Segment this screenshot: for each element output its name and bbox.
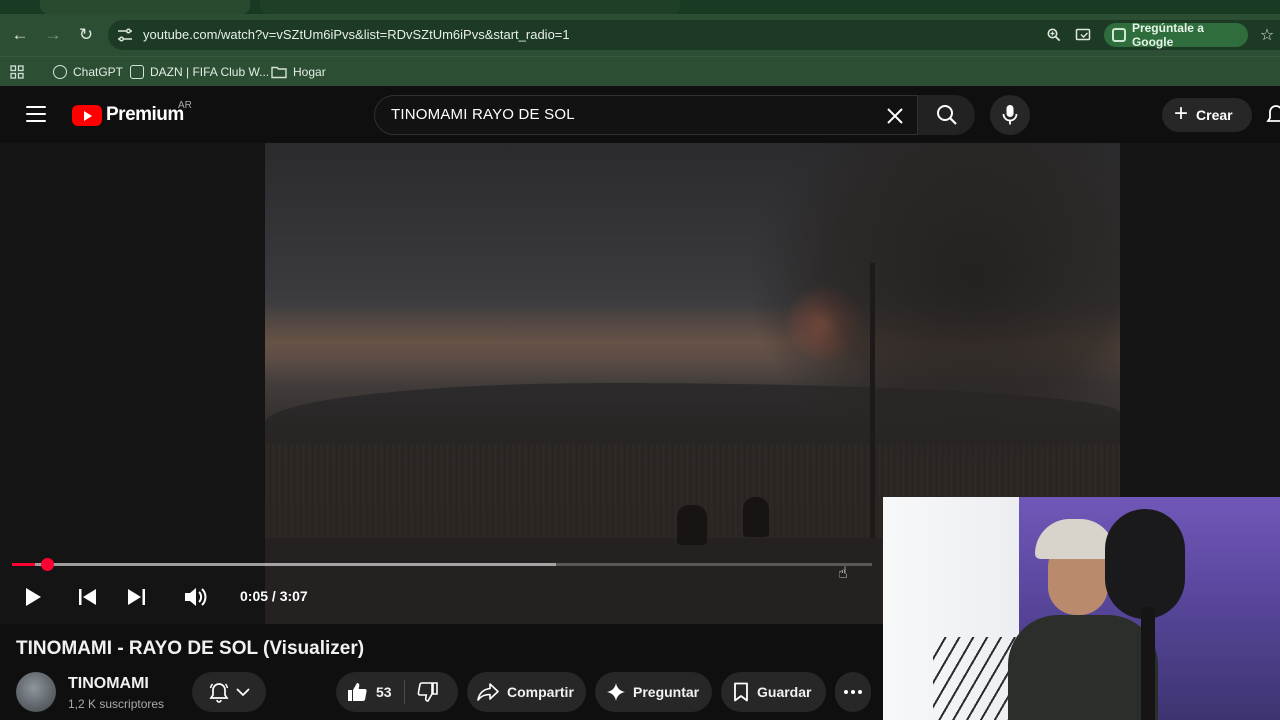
clear-search-icon[interactable] xyxy=(883,104,907,128)
region-code: AR xyxy=(178,100,192,111)
sparkle-icon xyxy=(607,683,625,701)
search-input[interactable]: TINOMAMI RAYO DE SOL xyxy=(391,106,575,123)
more-actions-button[interactable] xyxy=(835,672,871,712)
next-button[interactable] xyxy=(122,583,150,611)
url-text[interactable]: youtube.com/watch?v=vSZtUm6iPvs&list=RDv… xyxy=(143,27,570,42)
progress-bar[interactable] xyxy=(12,558,872,571)
notifications-icon[interactable] xyxy=(1266,104,1280,126)
browser-tab-active[interactable] xyxy=(40,0,250,14)
more-horizontal-icon xyxy=(844,690,862,694)
share-icon xyxy=(477,683,499,701)
chatgpt-icon xyxy=(53,65,67,79)
player-letterbox-left xyxy=(0,143,265,624)
webcam-person-body xyxy=(1008,615,1158,720)
search-icon xyxy=(936,105,957,125)
search-box[interactable]: TINOMAMI RAYO DE SOL xyxy=(374,95,975,135)
create-label: Crear xyxy=(1196,107,1233,123)
divider xyxy=(403,680,405,704)
hand-cursor-icon: ☝ xyxy=(838,565,848,582)
tree-trunk xyxy=(870,263,875,543)
webcam-overlay xyxy=(883,497,1280,720)
ask-label: Preguntar xyxy=(633,684,700,700)
share-label: Compartir xyxy=(507,684,574,700)
thumbs-down-icon xyxy=(417,682,438,702)
logo-text: Premium xyxy=(106,104,184,125)
subscription-bell-button[interactable] xyxy=(192,672,266,712)
site-settings-icon[interactable] xyxy=(116,26,134,44)
menu-icon[interactable] xyxy=(24,104,48,124)
previous-button[interactable] xyxy=(74,583,102,611)
address-bar[interactable]: youtube.com/watch?v=vSZtUm6iPvs&list=RDv… xyxy=(108,20,1280,50)
reload-icon[interactable]: ↻ xyxy=(73,22,99,48)
volume-button[interactable] xyxy=(182,583,210,611)
tree xyxy=(745,143,1120,473)
play-icon xyxy=(26,588,41,606)
bookmark-label: Hogar xyxy=(293,65,326,79)
bell-icon xyxy=(209,683,229,703)
person-silhouette xyxy=(743,497,769,537)
bookmarks-bar: ChatGPT DAZN | FIFA Club W... Hogar xyxy=(0,56,1280,86)
video-title: TINOMAMI - RAYO DE SOL (Visualizer) xyxy=(16,638,365,659)
dazn-icon xyxy=(130,65,144,79)
like-dislike-group: 53 xyxy=(336,672,458,712)
channel-name[interactable]: TINOMAMI xyxy=(68,675,149,693)
save-button[interactable]: Guardar xyxy=(721,672,826,712)
time-display: 0:05 / 3:07 xyxy=(240,588,308,604)
bookmark-dazn[interactable]: DAZN | FIFA Club W... xyxy=(130,62,269,82)
youtube-play-icon xyxy=(72,104,102,126)
apps-icon[interactable] xyxy=(10,62,24,82)
google-lens-icon xyxy=(1112,28,1126,42)
like-button[interactable]: 53 xyxy=(346,681,392,703)
zoom-icon[interactable] xyxy=(1045,26,1063,44)
thumbs-up-icon xyxy=(348,683,367,701)
save-label: Guardar xyxy=(757,684,812,700)
subscriber-count: 1,2 K suscriptores xyxy=(68,697,165,711)
play-button[interactable] xyxy=(19,583,47,611)
voice-search-button[interactable] xyxy=(990,95,1030,135)
skip-next-icon xyxy=(128,589,145,605)
browser-toolbar: ← → ↻ youtube.com/watch?v=vSZtUm6iPvs&li… xyxy=(0,14,1280,56)
webcam-mic-stand xyxy=(1141,607,1155,720)
ask-google-label: Pregúntale a Google xyxy=(1131,21,1204,49)
forward-icon[interactable]: → xyxy=(40,22,66,48)
like-count: 53 xyxy=(376,684,392,700)
browser-tab[interactable] xyxy=(260,0,680,14)
person-silhouette xyxy=(677,505,707,545)
volume-icon xyxy=(185,588,207,606)
played-bar xyxy=(12,563,36,566)
cast-icon[interactable] xyxy=(1074,26,1092,44)
dislike-button[interactable] xyxy=(417,681,439,703)
search-button[interactable] xyxy=(917,95,975,135)
create-button[interactable]: + Crear xyxy=(1162,98,1252,132)
channel-avatar[interactable] xyxy=(16,672,56,712)
bookmark-folder-hogar[interactable]: Hogar xyxy=(271,62,326,82)
ask-google-button[interactable]: Pregúntale a Google xyxy=(1104,21,1248,49)
bookmark-chatgpt[interactable]: ChatGPT xyxy=(53,62,123,82)
chevron-down-icon xyxy=(236,688,250,697)
browser-tab-strip xyxy=(0,0,1280,14)
youtube-header: Premium AR TINOMAMI RAYO DE SOL + Crear xyxy=(0,86,1280,143)
folder-icon xyxy=(271,66,287,79)
ask-button[interactable]: Preguntar xyxy=(595,672,712,712)
bookmark-label: DAZN | FIFA Club W... xyxy=(150,65,270,79)
bookmark-star-icon[interactable]: ☆ xyxy=(1258,26,1276,44)
microphone-icon xyxy=(1002,105,1018,125)
youtube-premium-logo[interactable]: Premium AR xyxy=(72,100,192,126)
skip-previous-icon xyxy=(79,589,96,605)
bookmark-icon xyxy=(734,682,748,702)
back-icon[interactable]: ← xyxy=(7,22,33,48)
share-button[interactable]: Compartir xyxy=(467,672,586,712)
bookmark-label: ChatGPT xyxy=(73,65,124,79)
plus-icon: + xyxy=(1174,100,1189,127)
buffered-bar xyxy=(12,563,556,566)
webcam-studio-microphone xyxy=(1105,509,1185,619)
